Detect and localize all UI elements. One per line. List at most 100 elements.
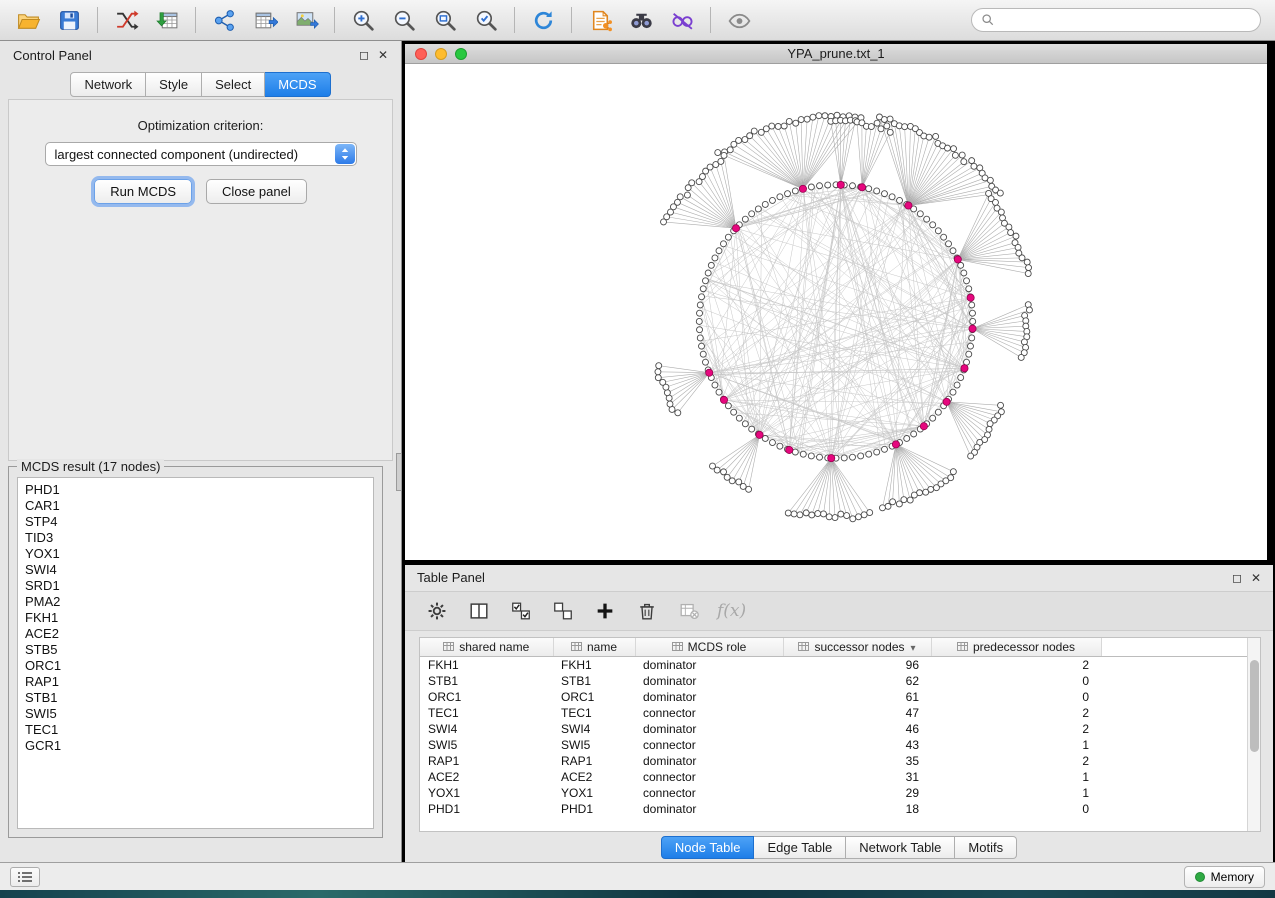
function-builder-icon[interactable]: f(x): [717, 601, 746, 621]
network-leaf-node[interactable]: [926, 134, 932, 140]
network-node[interactable]: [866, 451, 872, 457]
network-leaf-node[interactable]: [881, 117, 887, 123]
network-node[interactable]: [699, 343, 705, 349]
zoom-fit-button[interactable]: [427, 4, 463, 36]
zoom-out-button[interactable]: [386, 4, 422, 36]
network-leaf-node[interactable]: [951, 146, 957, 152]
network-leaf-node[interactable]: [878, 126, 884, 132]
network-leaf-node[interactable]: [861, 512, 867, 518]
export-image-button[interactable]: [288, 4, 324, 36]
network-leaf-node[interactable]: [1021, 339, 1027, 345]
memory-button[interactable]: Memory: [1184, 866, 1265, 888]
window-minimize-icon[interactable]: [435, 48, 447, 60]
network-leaf-node[interactable]: [809, 512, 815, 518]
network-node[interactable]: [777, 194, 783, 200]
network-node[interactable]: [736, 415, 742, 421]
table-row[interactable]: ORC1ORC1dominator610: [420, 689, 1247, 705]
mcds-result-item[interactable]: FKH1: [25, 610, 366, 626]
hide-selected-button[interactable]: [664, 4, 700, 36]
mcds-hub-node[interactable]: [943, 398, 950, 405]
network-node[interactable]: [697, 335, 703, 341]
network-leaf-node[interactable]: [992, 199, 998, 205]
network-node[interactable]: [720, 241, 726, 247]
control-panel-float-icon[interactable]: ◻: [359, 49, 369, 61]
network-leaf-node[interactable]: [699, 174, 705, 180]
mcds-result-item[interactable]: TEC1: [25, 722, 366, 738]
tab-network[interactable]: Network: [70, 72, 146, 97]
network-node[interactable]: [874, 188, 880, 194]
network-leaf-node[interactable]: [816, 113, 822, 119]
network-node[interactable]: [808, 453, 814, 459]
network-leaf-node[interactable]: [844, 513, 850, 519]
mcds-result-item[interactable]: SWI4: [25, 562, 366, 578]
column-header-MCDS-role[interactable]: MCDS role: [635, 638, 783, 657]
network-snapshot-button[interactable]: [582, 4, 618, 36]
network-leaf-node[interactable]: [998, 209, 1004, 215]
mcds-result-item[interactable]: SWI5: [25, 706, 366, 722]
mcds-hub-node[interactable]: [858, 184, 865, 191]
network-leaf-node[interactable]: [896, 501, 902, 507]
table-row[interactable]: ACE2ACE2connector311: [420, 769, 1247, 785]
column-header-successor-nodes[interactable]: successor nodes▾: [783, 638, 931, 657]
network-leaf-node[interactable]: [1026, 307, 1032, 313]
network-leaf-node[interactable]: [952, 152, 958, 158]
network-node[interactable]: [702, 359, 708, 365]
network-leaf-node[interactable]: [911, 492, 917, 498]
network-node[interactable]: [941, 234, 947, 240]
mcds-result-item[interactable]: STP4: [25, 514, 366, 530]
mcds-hub-node[interactable]: [954, 256, 961, 263]
network-node[interactable]: [866, 186, 872, 192]
network-graph[interactable]: [405, 64, 1267, 560]
column-header-shared-name[interactable]: shared name: [420, 638, 553, 657]
network-node[interactable]: [969, 335, 975, 341]
network-node[interactable]: [808, 184, 814, 190]
network-leaf-node[interactable]: [998, 402, 1004, 408]
run-mcds-button[interactable]: Run MCDS: [94, 179, 192, 204]
table-row[interactable]: TEC1TEC1connector472: [420, 705, 1247, 721]
zoom-selected-button[interactable]: [468, 4, 504, 36]
network-node[interactable]: [858, 453, 864, 459]
network-node[interactable]: [712, 255, 718, 261]
zoom-in-button[interactable]: [345, 4, 381, 36]
network-node[interactable]: [725, 234, 731, 240]
network-leaf-node[interactable]: [674, 199, 680, 205]
network-leaf-node[interactable]: [736, 137, 742, 143]
criterion-dropdown[interactable]: largest connected component (undirected): [45, 142, 357, 166]
network-window-titlebar[interactable]: YPA_prune.txt_1: [405, 44, 1267, 64]
apply-layout-button[interactable]: [525, 4, 561, 36]
mcds-hub-node[interactable]: [756, 431, 763, 438]
network-node[interactable]: [742, 421, 748, 427]
network-node[interactable]: [930, 222, 936, 228]
network-leaf-node[interactable]: [1015, 244, 1021, 250]
network-node[interactable]: [817, 454, 823, 460]
select-all-button[interactable]: [507, 597, 534, 624]
network-leaf-node[interactable]: [727, 147, 733, 153]
network-leaf-node[interactable]: [933, 133, 939, 139]
network-leaf-node[interactable]: [667, 401, 673, 407]
table-scrollbar[interactable]: [1247, 638, 1260, 832]
mcds-result-item[interactable]: YOX1: [25, 546, 366, 562]
mcds-result-item[interactable]: PMA2: [25, 594, 366, 610]
show-columns-button[interactable]: [465, 597, 492, 624]
network-leaf-node[interactable]: [1025, 271, 1031, 277]
open-session-button[interactable]: [10, 4, 46, 36]
network-leaf-node[interactable]: [890, 499, 896, 505]
network-leaf-node[interactable]: [868, 124, 874, 130]
network-leaf-node[interactable]: [707, 164, 713, 170]
table-row[interactable]: RAP1RAP1dominator352: [420, 753, 1247, 769]
network-leaf-node[interactable]: [822, 113, 828, 119]
network-node[interactable]: [881, 191, 887, 197]
network-leaf-node[interactable]: [803, 510, 809, 516]
network-leaf-node[interactable]: [987, 177, 993, 183]
mcds-hub-node[interactable]: [720, 396, 727, 403]
network-leaf-node[interactable]: [721, 469, 727, 475]
network-node[interactable]: [874, 449, 880, 455]
delete-table-button[interactable]: [675, 597, 702, 624]
network-node[interactable]: [970, 318, 976, 324]
network-node[interactable]: [697, 327, 703, 333]
window-close-icon[interactable]: [415, 48, 427, 60]
search-box[interactable]: [971, 8, 1261, 32]
network-leaf-node[interactable]: [968, 453, 974, 459]
network-node[interactable]: [849, 454, 855, 460]
mcds-result-list[interactable]: PHD1CAR1STP4TID3YOX1SWI4SRD1PMA2FKH1ACE2…: [17, 477, 374, 829]
